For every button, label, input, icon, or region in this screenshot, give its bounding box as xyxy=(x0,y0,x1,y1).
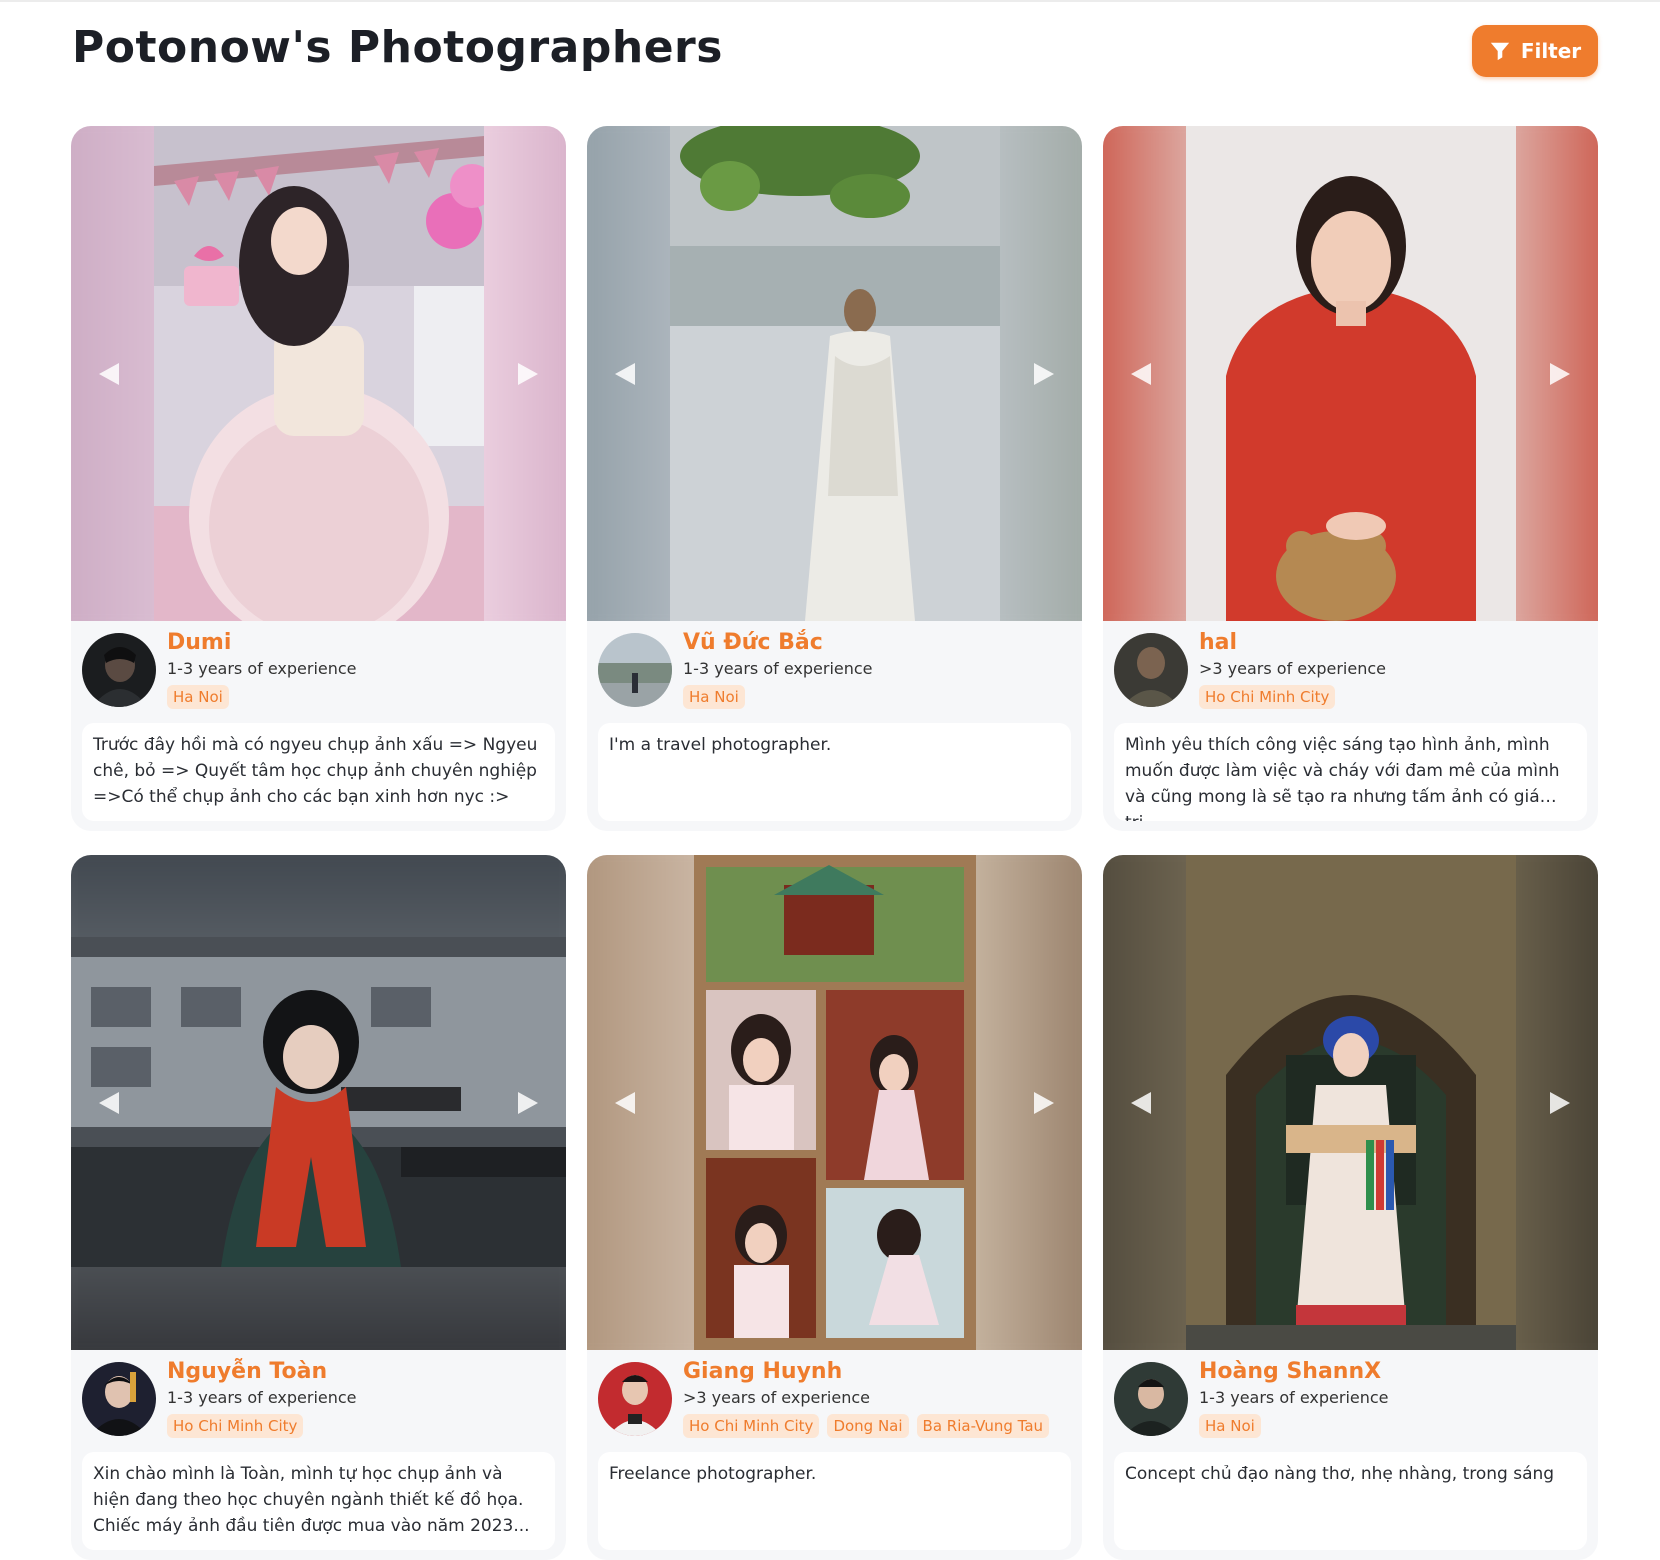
photographer-card[interactable]: Hoàng ShannX 1-3 years of experience Ha … xyxy=(1103,855,1598,1560)
photo-carousel[interactable] xyxy=(587,855,1082,1350)
location-tag: Dong Nai xyxy=(827,1414,909,1438)
experience-text: 1-3 years of experience xyxy=(167,1388,357,1407)
top-divider xyxy=(0,0,1660,2)
photographer-name[interactable]: Nguyễn Toàn xyxy=(167,1359,327,1384)
location-tags: Ha Noi xyxy=(167,685,229,709)
avatar[interactable] xyxy=(598,633,672,707)
previous-photo-arrow[interactable] xyxy=(611,359,641,389)
photo-carousel[interactable] xyxy=(71,855,566,1350)
next-photo-arrow[interactable] xyxy=(512,359,542,389)
photographer-card[interactable]: Vũ Đức Bắc 1-3 years of experience Ha No… xyxy=(587,126,1082,831)
location-tags: Ho Chi Minh City xyxy=(1199,685,1336,709)
next-photo-arrow[interactable] xyxy=(1544,359,1574,389)
photographer-card[interactable]: Dumi 1-3 years of experience Ha Noi Trướ… xyxy=(71,126,566,831)
avatar[interactable] xyxy=(1114,1362,1188,1436)
location-tag: Ha Noi xyxy=(683,685,745,709)
portfolio-photo xyxy=(154,126,484,621)
location-tag: Ho Chi Minh City xyxy=(683,1414,820,1438)
photographer-name[interactable]: hal xyxy=(1199,630,1237,655)
experience-text: >3 years of experience xyxy=(683,1388,870,1407)
photographer-bio: Trước đây hồi mà có ngyeu chụp ảnh xấu =… xyxy=(82,723,555,821)
photographer-bio: Concept chủ đạo nàng thơ, nhẹ nhàng, tro… xyxy=(1114,1452,1587,1550)
photographer-name[interactable]: Hoàng ShannX xyxy=(1199,1359,1381,1384)
photographer-card[interactable]: Nguyễn Toàn 1-3 years of experience Ho C… xyxy=(71,855,566,1560)
previous-photo-arrow[interactable] xyxy=(1127,1088,1157,1118)
page-title: Potonow's Photographers xyxy=(72,22,723,73)
portfolio-photo xyxy=(1186,855,1516,1350)
portfolio-photo xyxy=(670,126,1000,621)
photographer-info: Dumi 1-3 years of experience Ha Noi Trướ… xyxy=(71,621,566,831)
photographer-card[interactable]: Giang Huynh >3 years of experience Ho Ch… xyxy=(587,855,1082,1560)
location-tag: Ba Ria-Vung Tau xyxy=(916,1414,1050,1438)
previous-photo-arrow[interactable] xyxy=(1127,359,1157,389)
next-photo-arrow[interactable] xyxy=(1028,1088,1058,1118)
previous-photo-arrow[interactable] xyxy=(95,359,125,389)
previous-photo-arrow[interactable] xyxy=(611,1088,641,1118)
location-tags: Ho Chi Minh City xyxy=(167,1414,304,1438)
photographer-info: Giang Huynh >3 years of experience Ho Ch… xyxy=(587,1350,1082,1560)
photo-carousel[interactable] xyxy=(71,126,566,621)
photographer-info: Vũ Đức Bắc 1-3 years of experience Ha No… xyxy=(587,621,1082,831)
photographer-info: Hoàng ShannX 1-3 years of experience Ha … xyxy=(1103,1350,1598,1560)
location-tag: Ha Noi xyxy=(1199,1414,1261,1438)
location-tag: Ha Noi xyxy=(167,685,229,709)
experience-text: 1-3 years of experience xyxy=(683,659,873,678)
photographer-name[interactable]: Vũ Đức Bắc xyxy=(683,630,823,655)
photographer-info: Nguyễn Toàn 1-3 years of experience Ho C… xyxy=(71,1350,566,1560)
location-tags: Ho Chi Minh City Dong Nai Ba Ria-Vung Ta… xyxy=(683,1414,1050,1438)
avatar[interactable] xyxy=(598,1362,672,1436)
photographer-name[interactable]: Giang Huynh xyxy=(683,1359,842,1384)
photographer-info: hal >3 years of experience Ho Chi Minh C… xyxy=(1103,621,1598,831)
experience-text: 1-3 years of experience xyxy=(167,659,357,678)
avatar[interactable] xyxy=(82,633,156,707)
photographer-bio: Freelance photographer. xyxy=(598,1452,1071,1550)
portfolio-photo xyxy=(1186,126,1516,621)
photographer-bio: Xin chào mình là Toàn, mình tự học chụp … xyxy=(82,1452,555,1550)
location-tag: Ho Chi Minh City xyxy=(1199,685,1336,709)
photographer-bio: I'm a travel photographer. xyxy=(598,723,1071,821)
photo-carousel[interactable] xyxy=(1103,855,1598,1350)
previous-photo-arrow[interactable] xyxy=(95,1088,125,1118)
experience-text: 1-3 years of experience xyxy=(1199,1388,1389,1407)
photographer-bio: Mình yêu thích công việc sáng tạo hình ả… xyxy=(1114,723,1587,821)
experience-text: >3 years of experience xyxy=(1199,659,1386,678)
photo-carousel[interactable] xyxy=(587,126,1082,621)
filter-icon xyxy=(1490,42,1509,61)
location-tag: Ho Chi Minh City xyxy=(167,1414,304,1438)
next-photo-arrow[interactable] xyxy=(1544,1088,1574,1118)
photo-carousel[interactable] xyxy=(1103,126,1598,621)
portfolio-photo xyxy=(694,855,976,1350)
location-tags: Ha Noi xyxy=(1199,1414,1261,1438)
filter-button[interactable]: Filter xyxy=(1472,25,1598,77)
filter-button-label: Filter xyxy=(1520,39,1582,63)
next-photo-arrow[interactable] xyxy=(1028,359,1058,389)
photographer-card[interactable]: hal >3 years of experience Ho Chi Minh C… xyxy=(1103,126,1598,831)
portfolio-photo xyxy=(71,937,566,1267)
next-photo-arrow[interactable] xyxy=(512,1088,542,1118)
photographer-name[interactable]: Dumi xyxy=(167,630,231,655)
avatar[interactable] xyxy=(82,1362,156,1436)
location-tags: Ha Noi xyxy=(683,685,745,709)
avatar[interactable] xyxy=(1114,633,1188,707)
